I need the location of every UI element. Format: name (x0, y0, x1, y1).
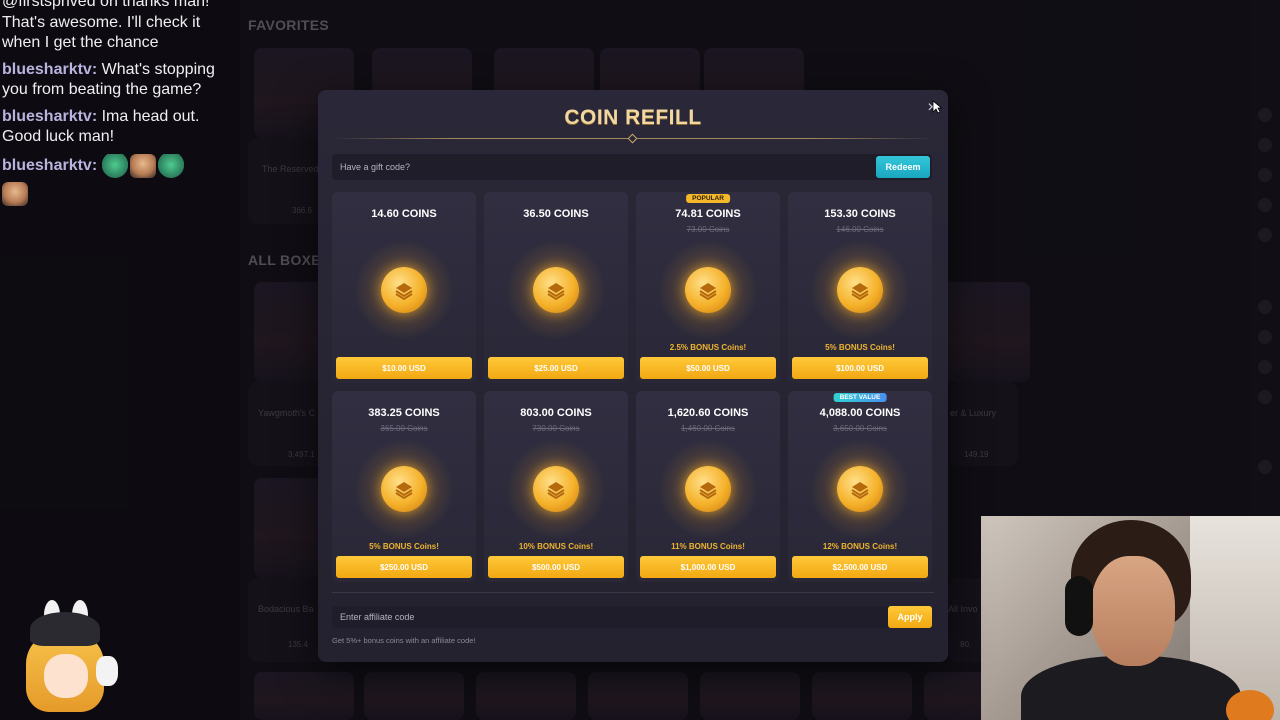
chat-message: bluesharktv: Ima head out. Good luck man… (2, 107, 200, 146)
pack-coin-amount: 36.50 COINS (523, 208, 589, 220)
pack-original-amount: 365.00 Coins (380, 424, 428, 433)
coin-pack-card[interactable]: POPULAR 74.81 COINS 73.00 Coins 2.5% BONUS … (636, 192, 780, 383)
pack-coin-amount: 803.00 COINS (520, 407, 592, 419)
buy-pack-button[interactable]: $250.00 USD (336, 556, 472, 578)
coin-refill-modal: COIN REFILL × Redeem 14.60 COINS$10.00 U… (318, 90, 948, 662)
pack-original-amount: 3,650.00 Coins (833, 424, 887, 433)
pack-coin-amount: 14.60 COINS (371, 208, 437, 220)
avatar-glove (96, 656, 118, 686)
pack-coin-amount: 383.25 COINS (368, 407, 440, 419)
coin-emblem-icon (395, 283, 413, 301)
buy-pack-button[interactable]: $50.00 USD (640, 357, 776, 379)
pack-bonus-label: 5% BONUS Coins! (825, 343, 895, 352)
mouse-cursor-icon (932, 100, 942, 114)
coin-pack-card[interactable]: 383.25 COINS 365.00 Coins 5% BONUS Coins! $… (332, 391, 476, 582)
chat-username: bluesharktv (2, 107, 92, 125)
face-emote-icon (129, 153, 156, 178)
pack-bonus-label: 11% BONUS Coins! (671, 542, 745, 551)
section-divider (332, 592, 934, 593)
pack-bonus-label: 2.5% BONUS Coins! (669, 343, 747, 352)
gift-code-input[interactable] (340, 154, 840, 180)
coin-icon (685, 466, 731, 512)
coin-icon (837, 466, 883, 512)
green-emote-icon (157, 153, 184, 178)
pack-coin-amount: 4,088.00 COINS (819, 407, 901, 419)
chat-message: @firstsprived on thanks man! That's awes… (0, 0, 240, 54)
pack-coin-amount: 74.81 COINS (675, 208, 741, 220)
pack-coin-amount: 153.30 COINS (824, 208, 896, 220)
buy-pack-button[interactable]: $25.00 USD (488, 357, 624, 379)
buy-pack-button[interactable]: $100.00 USD (792, 357, 928, 379)
coin-emblem-icon (851, 482, 869, 500)
coin-emblem-icon (699, 283, 717, 301)
affiliate-code-row: Apply (332, 606, 932, 628)
chat-text: @firstsprived on thanks man! That's awes… (2, 0, 210, 51)
redeem-button[interactable]: Redeem (876, 156, 930, 178)
stream-frame: FAVORITES The Reserved 366.6 ALL BOXES Y… (0, 0, 1280, 720)
coin-emblem-icon (851, 283, 869, 301)
coin-icon (533, 267, 579, 313)
coin-pack-card[interactable]: 803.00 COINS 730.00 Coins 10% BONUS Coins!… (484, 391, 628, 582)
pack-original-amount: 146.00 Coins (836, 225, 884, 234)
pack-bonus-label: 12% BONUS Coins! (822, 542, 898, 551)
coin-pack-card[interactable]: 153.30 COINS 146.00 Coins 5% BONUS Coins! $… (788, 192, 932, 383)
pack-original-amount: 730.00 Coins (532, 424, 580, 433)
coin-pack-card[interactable]: BEST VALUE 4,088.00 COINS 3,650.00 Coins 12… (788, 391, 932, 582)
gift-code-row: Redeem (332, 154, 932, 180)
diamond-ornament-icon (627, 133, 638, 144)
coin-icon (381, 267, 427, 313)
apply-button[interactable]: Apply (888, 606, 932, 628)
face-emote-icon (2, 181, 28, 206)
buy-pack-button[interactable]: $500.00 USD (488, 556, 624, 578)
streamer-face (1091, 556, 1175, 666)
coin-emblem-icon (547, 283, 565, 301)
pack-bonus-label: 10% BONUS Coins! (518, 542, 594, 551)
coin-icon (381, 466, 427, 512)
vtuber-avatar (0, 598, 130, 720)
buy-pack-button[interactable]: $1,000.00 USD (640, 556, 776, 578)
affiliate-code-input[interactable] (340, 606, 840, 628)
headset-icon (1065, 576, 1093, 636)
pack-coin-amount: 1,620.60 COINS (667, 407, 749, 419)
pack-badge: POPULAR (686, 194, 730, 203)
coin-emblem-icon (547, 482, 565, 500)
avatar-hat (30, 612, 100, 646)
chat-message (0, 181, 240, 206)
pack-badge: BEST VALUE (833, 393, 887, 402)
stream-chat: @firstsprived on thanks man! That's awes… (0, 0, 240, 206)
coin-emblem-icon (699, 482, 717, 500)
green-emote-icon (101, 153, 128, 178)
buy-pack-button[interactable]: $10.00 USD (336, 357, 472, 379)
coin-icon (685, 267, 731, 313)
coin-icon (837, 267, 883, 313)
pack-bonus-label: 5% BONUS Coins! (369, 542, 439, 551)
pack-original-amount: 1,460.00 Coins (681, 424, 735, 433)
coin-icon (533, 466, 579, 512)
webcam-overlay (981, 516, 1280, 720)
coin-pack-grid: 14.60 COINS $10.00 USD 36.50 COINS $25.00 U… (332, 192, 934, 582)
coin-pack-card[interactable]: 36.50 COINS $25.00 USD (484, 192, 628, 383)
coin-emblem-icon (395, 482, 413, 500)
chat-username: bluesharktv (2, 60, 92, 78)
chat-message: bluesharktv: What's stopping you from be… (2, 60, 215, 99)
chat-message: bluesharktv: (0, 153, 240, 178)
affiliate-hint: Get 5%+ bonus coins with an affiliate co… (332, 636, 476, 645)
pack-original-amount: 73.00 Coins (686, 225, 730, 234)
buy-pack-button[interactable]: $2,500.00 USD (792, 556, 928, 578)
coin-pack-card[interactable]: 14.60 COINS $10.00 USD (332, 192, 476, 383)
chat-username: bluesharktv (2, 156, 92, 174)
coin-pack-card[interactable]: 1,620.60 COINS 1,460.00 Coins 11% BONUS Co… (636, 391, 780, 582)
avatar-face (44, 654, 88, 698)
modal-title: COIN REFILL (564, 106, 702, 129)
